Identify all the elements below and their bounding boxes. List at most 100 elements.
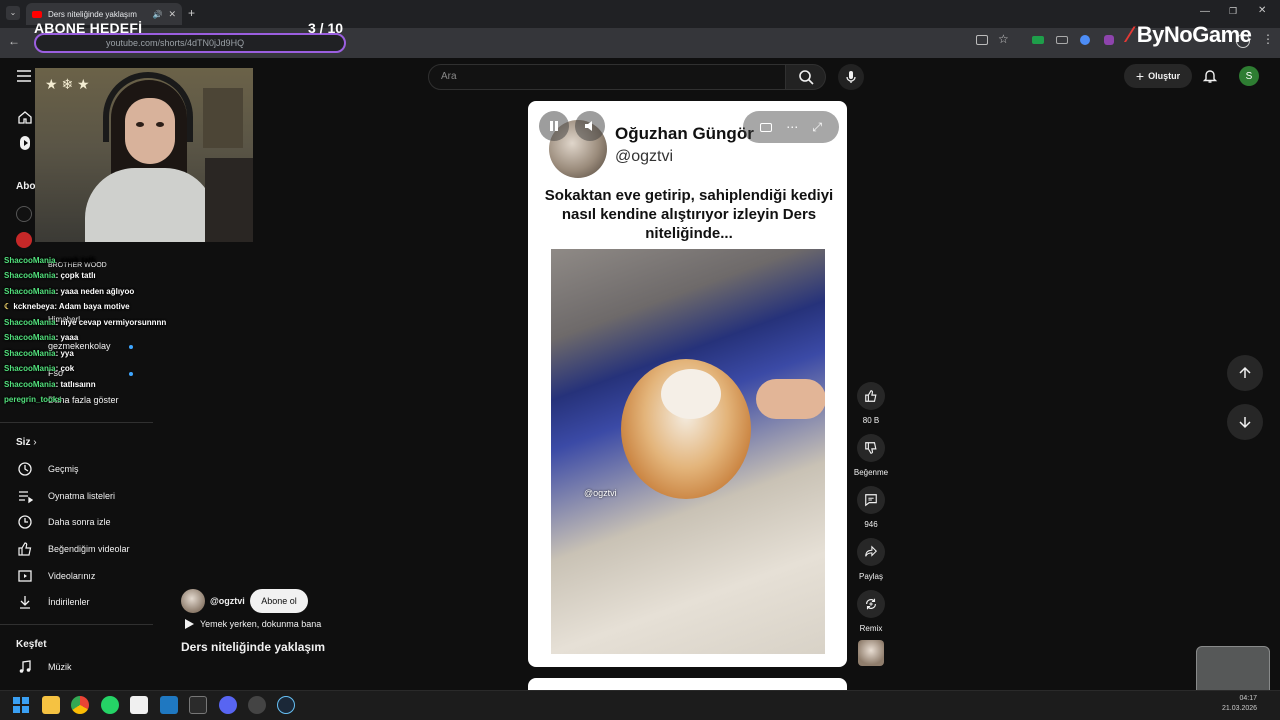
search-icon <box>798 70 814 85</box>
comments-button[interactable] <box>857 486 885 514</box>
subscriber-goal-label: ABONE HEDEFİ <box>34 20 143 36</box>
chat-message: ShacooMania: tatlısaınn <box>4 380 96 389</box>
comment-icon <box>865 494 877 507</box>
chevron-right-icon: › <box>33 437 37 448</box>
system-clock[interactable]: 04:17 21.03.2026 <box>1222 694 1257 714</box>
notifications-bell-icon[interactable] <box>1200 66 1220 86</box>
extension-icon-4[interactable] <box>1104 35 1114 45</box>
comment-count: 946 <box>864 520 878 529</box>
home-icon[interactable] <box>16 108 34 126</box>
moon-icon: ☾ <box>4 302 14 311</box>
music-row[interactable]: Yemek yerken, dokunma bana <box>184 619 321 629</box>
extension-icon-1[interactable] <box>1032 36 1044 44</box>
like-button[interactable] <box>857 382 885 410</box>
url-field[interactable]: youtube.com/shorts/4dTN0jJd9HQ <box>34 33 346 53</box>
microphone-icon <box>846 71 856 83</box>
paint-icon[interactable] <box>130 696 148 714</box>
file-explorer-icon[interactable] <box>42 696 60 714</box>
more-options-icon[interactable]: ⋯ <box>786 120 798 134</box>
watch-later-icon <box>16 513 34 531</box>
browser-menu-icon[interactable]: ⋮ <box>1262 32 1274 46</box>
search-button[interactable] <box>786 64 826 90</box>
extension-icon-2[interactable] <box>1056 36 1068 44</box>
hamburger-menu-icon[interactable] <box>14 66 34 86</box>
chrome-icon[interactable] <box>71 696 89 714</box>
extension-icon-3[interactable] <box>1080 35 1090 45</box>
fullscreen-icon[interactable]: ⤢ <box>812 120 822 135</box>
youtube-favicon-icon <box>32 10 42 18</box>
captions-icon[interactable] <box>760 122 773 132</box>
sidebar-divider <box>0 422 153 423</box>
new-tab-button[interactable]: + <box>188 6 195 20</box>
new-content-dot <box>129 372 133 376</box>
remix-button[interactable] <box>857 590 885 618</box>
music-title: Yemek yerken, dokunma bana <box>200 619 322 629</box>
search-input[interactable]: Ara <box>428 64 786 90</box>
steam-icon[interactable] <box>277 696 295 714</box>
chat-message: ShacooMania: niye cevap vermiyorsunnnn <box>4 318 167 327</box>
video-watermark: @ogztvi <box>584 488 617 498</box>
bookmark-star-icon[interactable]: ☆ <box>998 32 1009 46</box>
music-note-icon <box>16 658 34 676</box>
author-name: Oğuzhan Güngör <box>615 124 754 143</box>
sidebar-item-music[interactable]: Müzik <box>48 662 72 672</box>
sidebar-item-downloads[interactable]: İndirilenler <box>48 597 90 607</box>
whatsapp-icon[interactable] <box>101 696 119 714</box>
brand-mark-icon: ⁄ <box>1128 22 1137 47</box>
face <box>125 98 175 164</box>
chat-message: ☾ kcknebeya: Adam baya motive <box>4 302 130 311</box>
install-app-icon[interactable] <box>976 35 988 45</box>
channel-avatar[interactable] <box>16 232 32 248</box>
previous-short-button[interactable] <box>1227 355 1263 391</box>
minimize-icon[interactable]: — <box>1200 6 1210 17</box>
maximize-icon[interactable]: ❐ <box>1229 6 1237 17</box>
pause-button[interactable] <box>539 111 569 141</box>
sidebar-item-watch-later[interactable]: Daha sonra izle <box>48 517 111 527</box>
channel-avatar[interactable] <box>181 589 205 613</box>
arrow-down-icon <box>1239 417 1251 429</box>
arrow-up-icon <box>1239 366 1251 378</box>
subscribe-button[interactable]: Abone ol <box>250 589 308 613</box>
voice-search-button[interactable] <box>838 64 864 90</box>
player-controls-right: ⋯ ⤢ <box>743 111 839 143</box>
discord-icon[interactable] <box>219 696 237 714</box>
you-title-text: Siz <box>16 437 31 448</box>
video-frame[interactable] <box>551 249 825 654</box>
account-avatar[interactable]: S <box>1239 66 1259 86</box>
hand <box>756 379 825 419</box>
chat-message: peregrin_tooks <box>4 395 62 404</box>
close-tab-icon[interactable]: ✕ <box>168 9 176 20</box>
channel-avatar[interactable] <box>16 206 32 222</box>
clock-date: 21.03.2026 <box>1222 705 1258 712</box>
next-short-button[interactable] <box>1227 404 1263 440</box>
sidebar-item-playlists[interactable]: Oynatma listeleri <box>48 491 115 501</box>
sidebar-item-history[interactable]: Geçmiş <box>48 464 79 474</box>
you-section-title[interactable]: Siz › <box>16 437 37 448</box>
dislike-button[interactable] <box>857 434 885 462</box>
epic-games-icon[interactable] <box>189 696 207 714</box>
author-handle: @ogztvi <box>615 148 674 165</box>
sidebar-item-your-videos[interactable]: Videolarınız <box>48 571 95 581</box>
short-title: Ders niteliğinde yaklaşım <box>181 640 326 654</box>
play-icon <box>185 619 194 629</box>
sound-thumbnail[interactable] <box>858 640 884 666</box>
close-window-icon[interactable]: ✕ <box>1258 5 1266 16</box>
tab-title: Ders niteliğinde yaklaşım <box>48 9 137 19</box>
sidebar-item-liked-videos[interactable]: Beğendiğim videolar <box>48 544 130 554</box>
eye <box>136 122 144 127</box>
share-button[interactable] <box>857 538 885 566</box>
chat-message: ShacooMania: çopk tatlı <box>4 256 96 265</box>
subscriptions-title[interactable]: Abo <box>16 181 35 192</box>
channel-handle[interactable]: @ogztvi <box>210 596 245 606</box>
back-arrow-icon[interactable]: ← <box>8 34 20 48</box>
streamer-webcam: ★ ❄ ★ <box>35 68 253 242</box>
app-icon[interactable] <box>248 696 266 714</box>
speaker-icon <box>585 121 592 131</box>
tab-list-button[interactable]: ⌄ <box>6 6 20 20</box>
photos-icon[interactable] <box>160 696 178 714</box>
speaker-icon[interactable]: 🔊 <box>152 10 162 19</box>
volume-button[interactable] <box>575 111 605 141</box>
shorts-icon[interactable] <box>16 134 34 152</box>
create-button[interactable]: + Oluştur <box>1124 64 1192 88</box>
windows-start-icon[interactable] <box>12 696 30 714</box>
